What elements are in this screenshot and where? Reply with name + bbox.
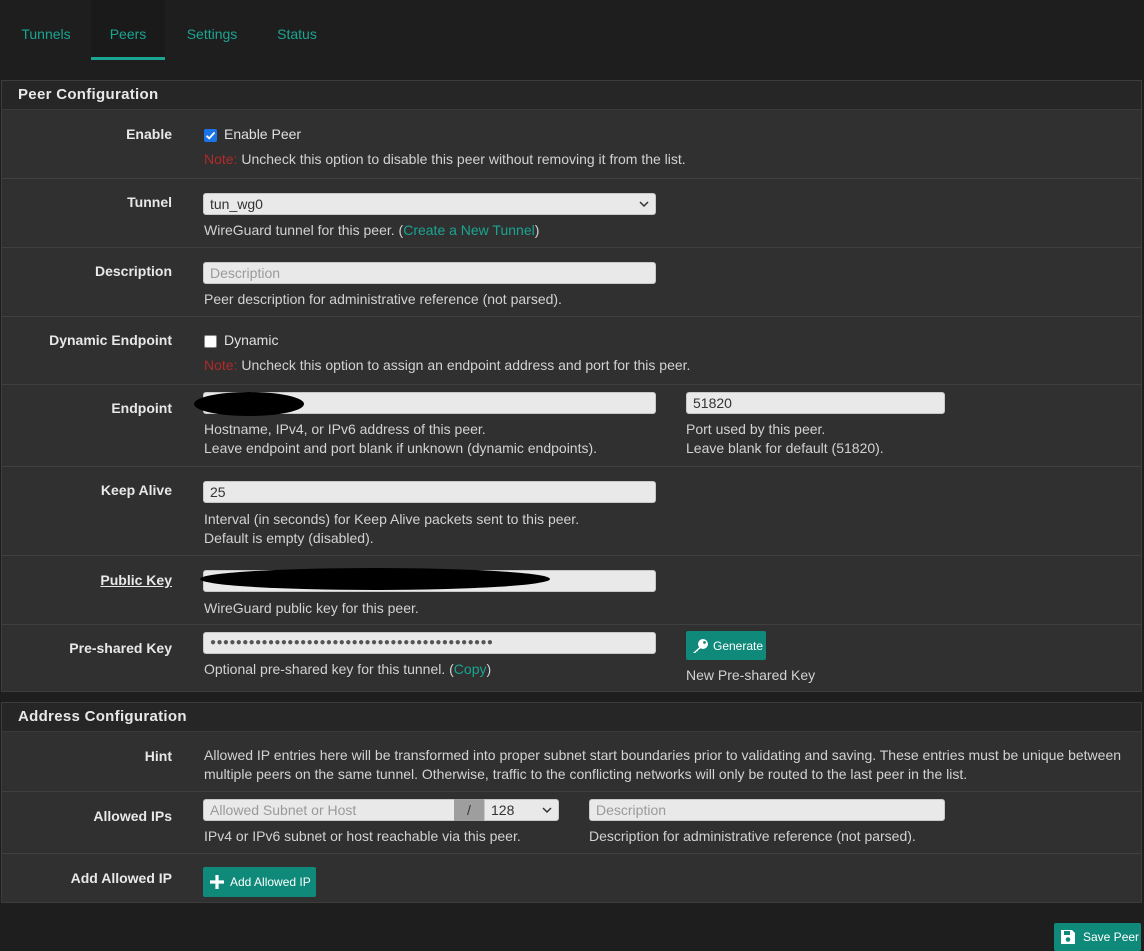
address-configuration-panel: Address Configuration Hint Allowed IP en… xyxy=(1,702,1142,903)
keep-alive-input[interactable]: 25 xyxy=(203,481,656,503)
add-allowed-ip-button-label: Add Allowed IP xyxy=(230,875,311,889)
endpoint-port-help-line2: Leave blank for default (51820). xyxy=(686,440,884,456)
tunnel-help-suffix: ) xyxy=(534,222,540,238)
endpoint-help-line1: Hostname, IPv4, or IPv6 address of this … xyxy=(204,421,486,437)
hint-label: Hint xyxy=(144,748,172,764)
tunnel-help: WireGuard tunnel for this peer. (Create … xyxy=(204,221,539,240)
description-label: Description xyxy=(94,263,172,279)
enable-note-prefix: Note: xyxy=(204,151,238,167)
allowed-ip-description-help: Description for administrative reference… xyxy=(589,828,916,844)
enable-peer-checkbox[interactable] xyxy=(204,129,217,142)
enable-note: Note: Uncheck this option to disable thi… xyxy=(204,150,686,169)
dynamic-endpoint-row: Dynamic Endpoint Dynamic Note: Uncheck t… xyxy=(2,316,1141,385)
dynamic-endpoint-note-prefix: Note: xyxy=(204,357,238,373)
endpoint-help: Hostname, IPv4, or IPv6 address of this … xyxy=(204,420,597,458)
add-allowed-ip-label: Add Allowed IP xyxy=(70,870,172,886)
peer-configuration-panel: Peer Configuration Enable Enable Peer No… xyxy=(1,80,1142,692)
generate-button[interactable]: Generate xyxy=(686,631,766,660)
address-configuration-header: Address Configuration xyxy=(2,703,1141,732)
keep-alive-help-line1: Interval (in seconds) for Keep Alive pac… xyxy=(204,511,580,527)
tab-tunnels[interactable]: Tunnels xyxy=(20,0,72,60)
tunnel-select[interactable]: tun_wg0 xyxy=(203,193,656,215)
preshared-key-help-prefix: Optional pre-shared key for this tunnel.… xyxy=(204,661,454,677)
save-icon xyxy=(1061,930,1075,944)
save-peer-button-label: Save Peer xyxy=(1083,930,1140,944)
copy-link[interactable]: Copy xyxy=(454,661,487,677)
key-icon xyxy=(693,638,708,653)
public-key-redaction xyxy=(200,568,550,590)
endpoint-row: Endpoint Hostname, IPv4, or IPv6 address… xyxy=(2,384,1141,467)
endpoint-label: Endpoint xyxy=(111,400,172,416)
preshared-key-help: Optional pre-shared key for this tunnel.… xyxy=(204,660,491,679)
dynamic-endpoint-checkbox[interactable] xyxy=(204,335,217,348)
preshared-key-row: Pre-shared Key ●●●●●●●●●●●●●●●●●●●●●●●●●… xyxy=(2,624,1141,692)
preshared-key-label: Pre-shared Key xyxy=(69,640,172,656)
generate-help: New Pre-shared Key xyxy=(686,667,816,683)
endpoint-port-help-line1: Port used by this peer. xyxy=(686,421,826,437)
add-allowed-ip-button[interactable]: Add Allowed IP xyxy=(203,867,316,897)
tab-bar: Tunnels Peers Settings Status xyxy=(0,0,1144,60)
subnet-slash-addon: / xyxy=(454,799,484,821)
preshared-key-masked-value: ●●●●●●●●●●●●●●●●●●●●●●●●●●●●●●●●●●●●●●●●… xyxy=(210,637,494,648)
enable-label: Enable xyxy=(126,126,172,142)
subnet-mask-select[interactable]: 128 xyxy=(484,799,559,821)
add-allowed-ip-row: Add Allowed IP Add Allowed IP xyxy=(2,853,1141,903)
dynamic-endpoint-note: Note: Uncheck this option to assign an e… xyxy=(204,356,690,375)
tunnel-row: Tunnel tun_wg0 WireGuard tunnel for this… xyxy=(2,178,1141,248)
allowed-ips-label: Allowed IPs xyxy=(93,808,172,824)
plus-icon xyxy=(210,875,224,889)
save-peer-button[interactable]: Save Peer xyxy=(1054,923,1141,951)
tab-peers[interactable]: Peers xyxy=(91,0,165,60)
allowed-ips-row: Allowed IPs Allowed Subnet or Host / 128… xyxy=(2,791,1141,854)
allowed-ips-help: IPv4 or IPv6 subnet or host reachable vi… xyxy=(204,828,521,844)
peer-configuration-header: Peer Configuration xyxy=(2,81,1141,110)
public-key-label[interactable]: Public Key xyxy=(100,572,172,588)
dynamic-endpoint-checkbox-label[interactable]: Dynamic xyxy=(224,332,278,348)
chevron-down-icon xyxy=(639,201,649,208)
chevron-down-icon xyxy=(542,807,552,814)
subnet-mask-value: 128 xyxy=(491,802,515,818)
dynamic-endpoint-label: Dynamic Endpoint xyxy=(49,332,172,348)
public-key-help: WireGuard public key for this peer. xyxy=(204,600,419,616)
hint-line2: multiple peers on the same tunnel. Other… xyxy=(204,766,968,782)
tunnel-help-prefix: WireGuard tunnel for this peer. ( xyxy=(204,222,404,238)
enable-note-text: Uncheck this option to disable this peer… xyxy=(237,151,686,167)
endpoint-port-help: Port used by this peer. Leave blank for … xyxy=(686,420,884,458)
enable-peer-checkbox-label[interactable]: Enable Peer xyxy=(224,126,301,142)
tunnel-label: Tunnel xyxy=(127,194,172,210)
preshared-key-input[interactable]: ●●●●●●●●●●●●●●●●●●●●●●●●●●●●●●●●●●●●●●●●… xyxy=(203,632,656,654)
enable-row: Enable Enable Peer Note: Uncheck this op… xyxy=(2,110,1141,179)
checkmark-icon xyxy=(205,131,216,140)
keep-alive-help: Interval (in seconds) for Keep Alive pac… xyxy=(204,510,579,548)
tab-settings[interactable]: Settings xyxy=(185,0,239,60)
allowed-subnet-input[interactable]: Allowed Subnet or Host xyxy=(203,799,455,821)
preshared-key-help-suffix: ) xyxy=(486,661,492,677)
public-key-row: Public Key WireGuard public key for this… xyxy=(2,555,1141,625)
tunnel-selected-value: tun_wg0 xyxy=(210,196,263,212)
description-help: Peer description for administrative refe… xyxy=(204,291,562,307)
endpoint-redaction xyxy=(194,392,304,416)
generate-button-label: Generate xyxy=(713,638,764,653)
create-new-tunnel-link[interactable]: Create a New Tunnel xyxy=(403,222,535,238)
endpoint-port-input[interactable]: 51820 xyxy=(686,392,945,414)
description-row: Description Description Peer description… xyxy=(2,247,1141,317)
keep-alive-help-line2: Default is empty (disabled). xyxy=(204,530,374,546)
allowed-ip-description-input[interactable]: Description xyxy=(589,799,945,821)
description-input[interactable]: Description xyxy=(203,262,656,284)
dynamic-endpoint-note-text: Uncheck this option to assign an endpoin… xyxy=(237,357,691,373)
tab-status[interactable]: Status xyxy=(275,0,319,60)
hint-row: Hint Allowed IP entries here will be tra… xyxy=(2,732,1141,792)
hint-line1: Allowed IP entries here will be transfor… xyxy=(204,747,1122,763)
keep-alive-label: Keep Alive xyxy=(100,482,172,498)
keep-alive-row: Keep Alive 25 Interval (in seconds) for … xyxy=(2,466,1141,556)
endpoint-help-line2: Leave endpoint and port blank if unknown… xyxy=(204,440,598,456)
hint-text: Allowed IP entries here will be transfor… xyxy=(204,746,1121,784)
